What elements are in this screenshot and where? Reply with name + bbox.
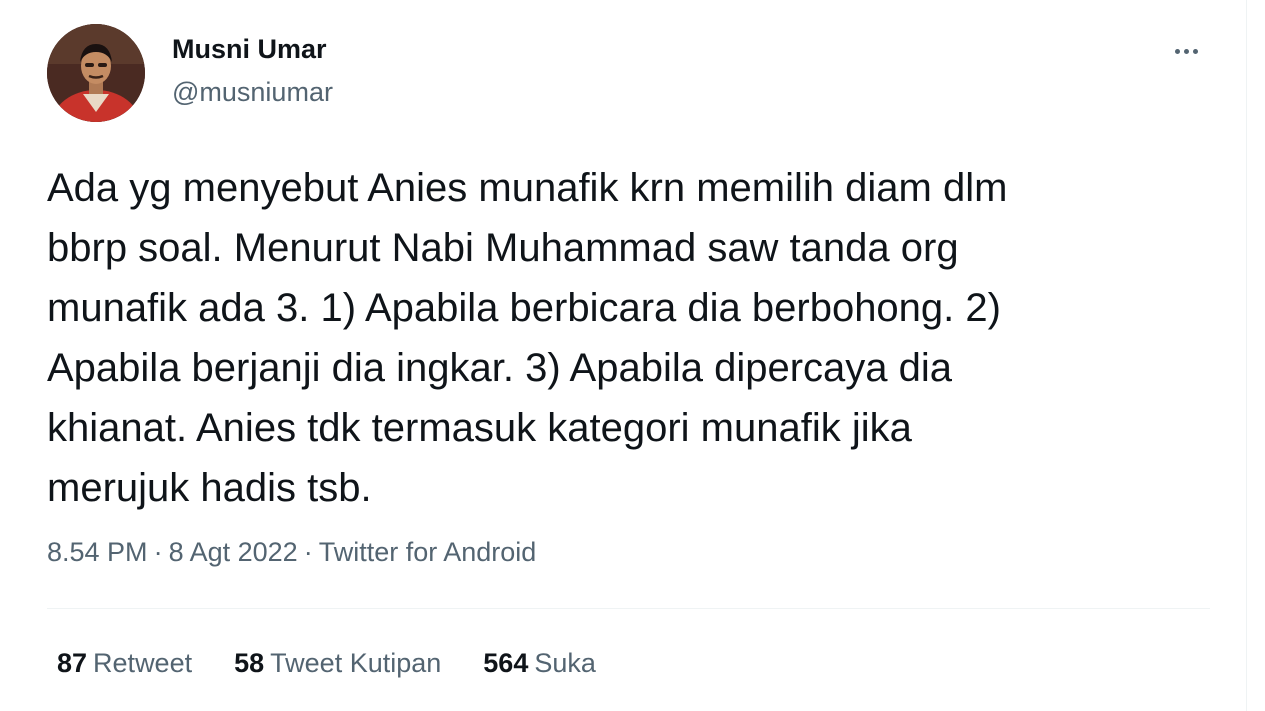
like-count[interactable]: 564 Suka xyxy=(483,648,596,679)
meta-separator: · xyxy=(153,537,163,567)
retweet-count[interactable]: 87 Retweet xyxy=(57,648,192,679)
more-options-button[interactable] xyxy=(1166,36,1206,66)
tweet-card: Musni Umar @musniumar Ada yg menyebut An… xyxy=(0,0,1265,711)
like-count-number: 564 xyxy=(483,648,529,678)
quote-tweet-count-label: Tweet Kutipan xyxy=(270,648,442,678)
card-border xyxy=(1246,0,1247,711)
avatar-portrait-icon xyxy=(47,24,145,122)
retweet-count-label: Retweet xyxy=(93,648,193,678)
user-name[interactable]: Musni Umar xyxy=(172,34,327,65)
tweet-time[interactable]: 8.54 PM xyxy=(47,537,148,567)
meta-separator: · xyxy=(303,537,313,567)
tweet-meta: 8.54 PM · 8 Agt 2022 · Twitter for Android xyxy=(47,537,536,568)
avatar[interactable] xyxy=(47,24,145,122)
quote-tweet-count[interactable]: 58 Tweet Kutipan xyxy=(234,648,441,679)
more-horizontal-icon-dot xyxy=(1183,48,1189,54)
retweet-count-number: 87 xyxy=(57,648,88,678)
tweet-date[interactable]: 8 Agt 2022 xyxy=(169,537,298,567)
tweet-text: Ada yg menyebut Anies munafik krn memili… xyxy=(47,166,1008,510)
divider xyxy=(47,608,1210,609)
tweet-source[interactable]: Twitter for Android xyxy=(319,537,537,567)
quote-tweet-count-number: 58 xyxy=(234,648,265,678)
more-horizontal-icon xyxy=(1174,48,1180,54)
user-handle[interactable]: @musniumar xyxy=(172,77,333,108)
like-count-label: Suka xyxy=(534,648,596,678)
tweet-stats: 87 Retweet 58 Tweet Kutipan 564 Suka xyxy=(57,648,596,679)
more-horizontal-icon-dot xyxy=(1192,48,1198,54)
